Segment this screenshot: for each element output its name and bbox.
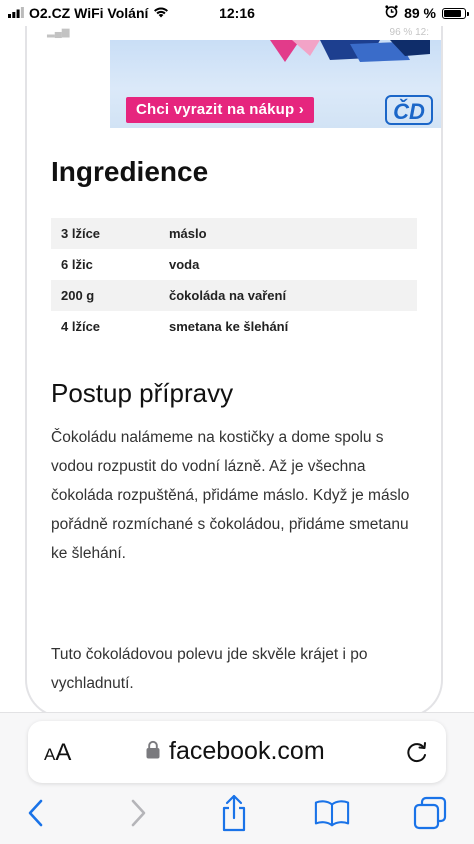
ingredients-table: 3 lžíce máslo 6 lžic voda 200 g čokoláda…	[51, 218, 417, 342]
inner-status-right: 96 % 12:	[390, 27, 429, 38]
cd-logo: ČD	[385, 95, 433, 125]
battery-icon	[442, 7, 469, 19]
ingredient-item: voda	[169, 257, 200, 272]
ingredients-heading: Ingredience	[51, 156, 209, 187]
table-row: 200 g čokoláda na vaření	[51, 280, 417, 311]
share-icon	[222, 794, 246, 832]
table-row: 4 lžíce smetana ke šlehání	[51, 311, 417, 342]
browser-bottom-bar: AA facebook.com	[0, 712, 474, 844]
ingredient-item: máslo	[159, 218, 417, 249]
browser-toolbar	[0, 791, 474, 837]
forward-icon	[131, 799, 146, 827]
ingredient-item: smetana ke šlehání	[169, 319, 289, 334]
inner-time: 12:	[415, 27, 429, 38]
battery-percent: 89 %	[404, 5, 436, 21]
share-button[interactable]	[216, 794, 252, 832]
inner-status-bar: ▂▄▆ 96 % 12:	[27, 26, 441, 40]
ingredient-item: čokoláda na vaření	[159, 280, 417, 311]
status-bar: O2.CZ WiFi Volání 12:16 89 %	[0, 0, 474, 28]
table-row: 6 lžic voda	[51, 249, 417, 280]
reader-text-size-button[interactable]: AA	[44, 739, 71, 767]
forward-button[interactable]	[120, 795, 156, 831]
back-button[interactable]	[18, 795, 54, 831]
ad-graphic	[270, 40, 430, 62]
chevron-right-icon: ›	[298, 101, 304, 118]
battery-fill	[444, 9, 461, 17]
ingredient-qty: 6 lžic	[61, 257, 93, 272]
reload-icon	[407, 742, 426, 763]
address-bar[interactable]: AA facebook.com	[28, 721, 446, 783]
lock-icon	[146, 740, 160, 764]
back-icon	[28, 799, 43, 827]
ingredient-qty: 200 g	[51, 280, 159, 311]
inner-battery-text: 96 %	[389, 27, 413, 38]
bookmarks-button[interactable]	[314, 795, 350, 831]
shared-screenshot-card: ▂▄▆ 96 % 12: Chci vyrazit na nákup › ČD …	[25, 26, 443, 718]
preparation-heading: Postup přípravy	[51, 378, 234, 408]
ingredient-qty: 3 lžíce	[51, 218, 159, 249]
alarm-icon	[385, 5, 398, 21]
url-text: facebook.com	[169, 737, 325, 765]
ingredient-qty: 4 lžíce	[61, 319, 101, 334]
bookmarks-icon	[314, 800, 350, 827]
ad-cta-label: Chci vyrazit na nákup	[136, 101, 295, 118]
tabs-icon	[413, 796, 447, 830]
note-paragraph: Tuto čokoládovou polevu jde skvěle kráje…	[51, 646, 368, 692]
tabs-button[interactable]	[412, 795, 448, 831]
status-right: 89 %	[385, 5, 469, 21]
inner-signal-icon: ▂▄▆	[47, 27, 70, 38]
url-display[interactable]: facebook.com	[146, 737, 325, 766]
aa-small-label: A	[44, 745, 56, 764]
aa-large-label: A	[55, 739, 72, 766]
table-row: 3 lžíce máslo	[51, 218, 417, 249]
ad-cta-button[interactable]: Chci vyrazit na nákup ›	[126, 97, 314, 123]
preparation-paragraph: Čokoládu nalámeme na kostičky a dome spo…	[51, 429, 410, 562]
ad-banner[interactable]: Chci vyrazit na nákup › ČD	[110, 40, 441, 128]
reload-button[interactable]	[402, 737, 432, 767]
